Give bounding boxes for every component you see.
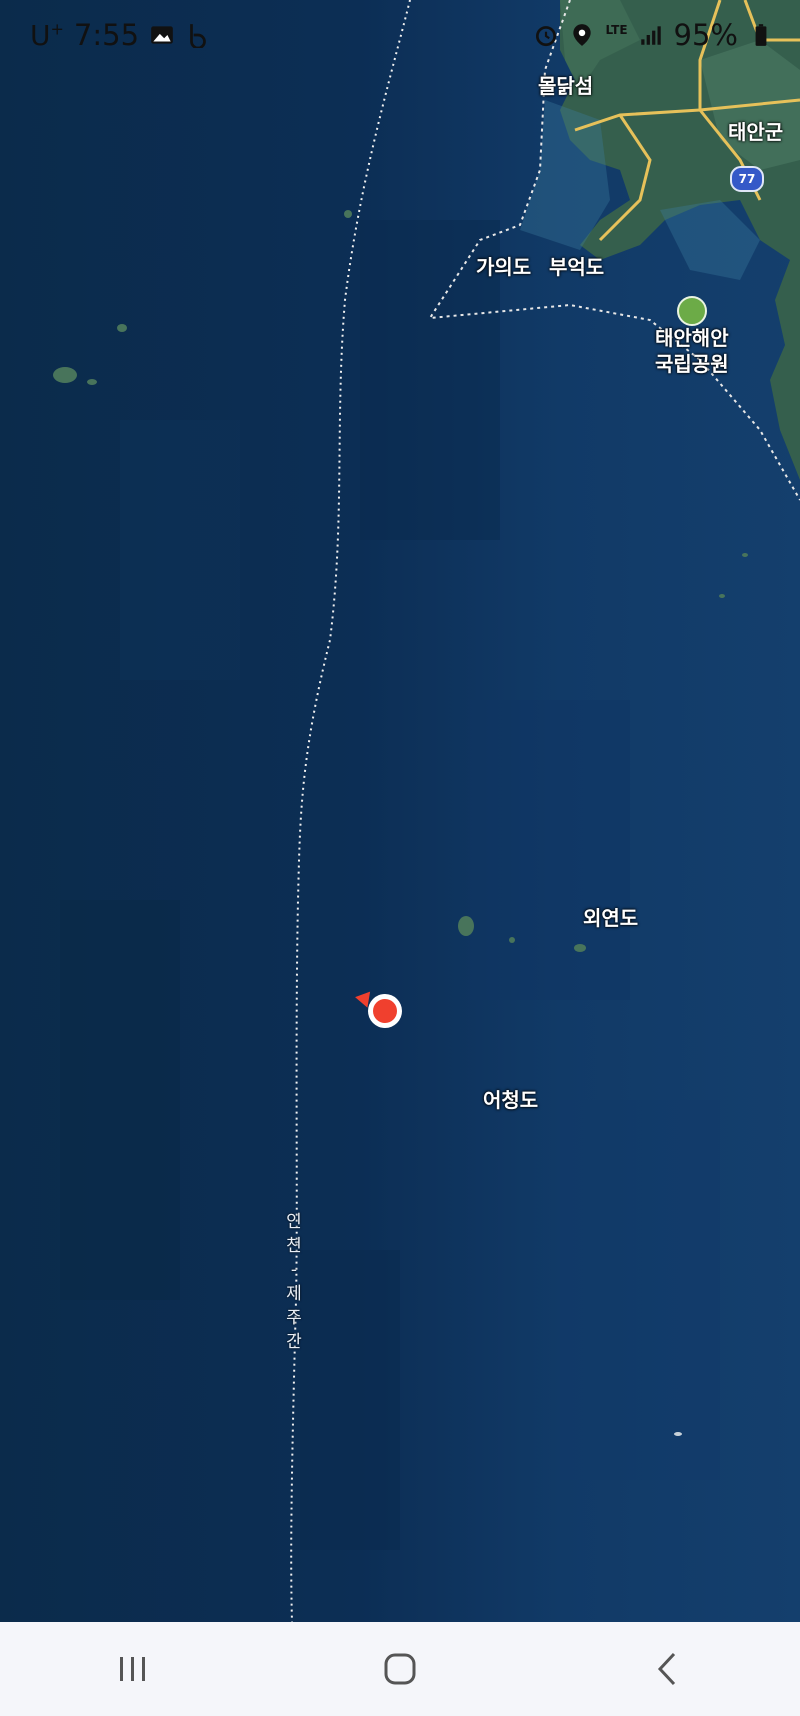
network-type: LTE (605, 23, 628, 37)
label-taean-gun: 태안군 (728, 120, 784, 144)
battery-percent: 95% (673, 18, 738, 52)
carrier-sup: + (50, 19, 64, 39)
park-icon[interactable] (677, 296, 707, 326)
location-icon (573, 24, 592, 46)
label-national-park: 태안해안 국립공원 (655, 325, 729, 377)
gallery-icon (151, 26, 173, 44)
map-view[interactable]: 몰닭섬 태안군 가의도 부억도 태안해안 국립공원 77 외연도 어청도 인 천… (0, 0, 800, 1622)
battery-icon (755, 24, 767, 46)
screen: 몰닭섬 태안군 가의도 부억도 태안해안 국립공원 77 외연도 어청도 인 천… (0, 0, 800, 1716)
label-eocheong-do: 어청도 (483, 1088, 539, 1112)
status-time: 7:55 (73, 18, 140, 52)
signal-icon (640, 26, 661, 45)
label-park-line2: 국립공원 (655, 352, 729, 376)
route-char: - (290, 1260, 298, 1280)
recent-apps-button[interactable] (93, 1629, 173, 1709)
route-char: 인 (286, 1212, 302, 1232)
label-bueok-do: 부억도 (549, 255, 605, 279)
route-char: 천 (286, 1236, 302, 1256)
route-label: 인 천 - 제 주 간 (284, 1210, 304, 1354)
status-bar: U+ 7:55 LTE 95% (0, 0, 800, 70)
alarm-icon (536, 26, 557, 47)
label-mulsum: 몰닭섬 (538, 74, 594, 98)
label-gaui-do: 가의도 (476, 255, 532, 279)
status-right: LTE 95% (533, 18, 774, 52)
map-graphics (53, 0, 800, 1622)
route-char: 간 (286, 1332, 302, 1352)
home-button[interactable] (360, 1629, 440, 1709)
recent-apps-icon (120, 1657, 146, 1681)
route-char: 주 (286, 1308, 302, 1328)
carrier-text: U (30, 18, 51, 52)
current-location-marker[interactable] (368, 994, 402, 1028)
status-left: U+ 7:55 (30, 18, 211, 52)
b-app-icon (190, 24, 206, 48)
back-icon (657, 1652, 675, 1686)
carrier-label: U+ (30, 19, 64, 52)
back-button[interactable] (627, 1629, 707, 1709)
label-park-line1: 태안해안 (655, 326, 729, 350)
road-number-badge: 77 (730, 166, 764, 192)
navigation-bar (0, 1622, 800, 1716)
home-icon (384, 1653, 416, 1685)
route-char: 제 (286, 1284, 302, 1304)
label-oeyeon-do: 외연도 (583, 906, 639, 930)
